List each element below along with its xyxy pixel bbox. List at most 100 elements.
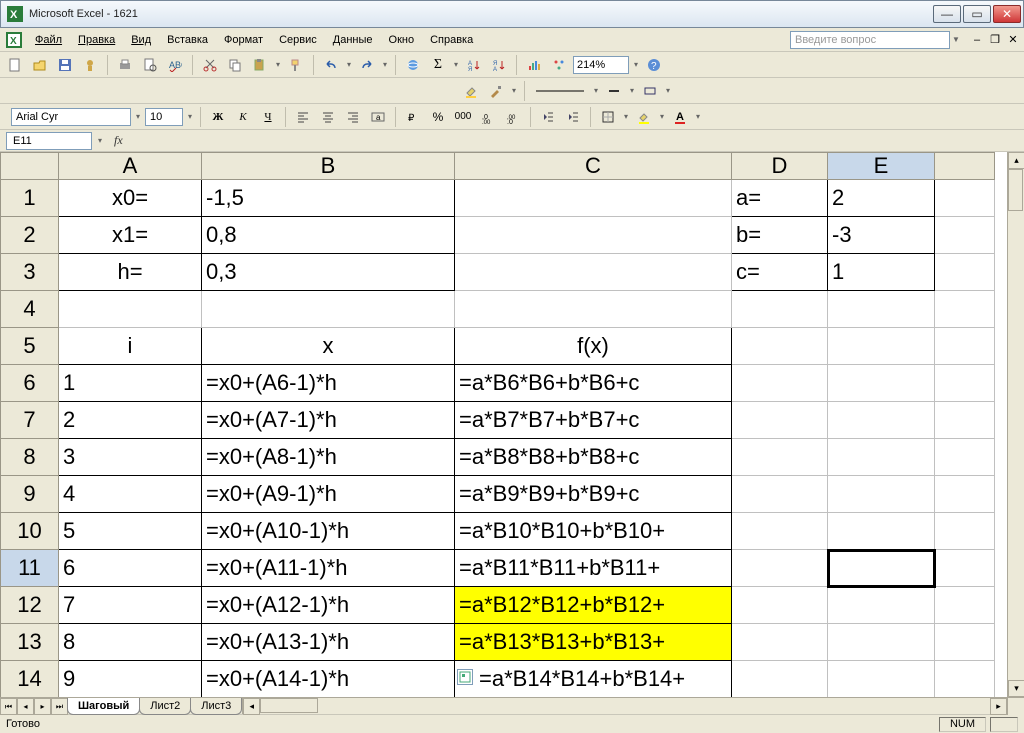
cell-C13[interactable]: =a*B13*B13+b*B13+ <box>455 624 732 661</box>
maximize-button[interactable]: ▭ <box>963 5 991 23</box>
line-style-button[interactable] <box>531 80 589 102</box>
borders-button[interactable] <box>597 106 619 128</box>
select-all-corner[interactable] <box>1 153 59 180</box>
new-button[interactable] <box>4 54 26 76</box>
help-button[interactable]: ? <box>643 54 665 76</box>
close-button[interactable]: ✕ <box>993 5 1021 23</box>
cell-F8[interactable] <box>935 439 995 476</box>
mdi-close-button[interactable]: ✕ <box>1006 33 1020 47</box>
name-box-dropdown-icon[interactable]: ▾ <box>96 136 104 145</box>
cell-D12[interactable] <box>732 587 828 624</box>
cell-F7[interactable] <box>935 402 995 439</box>
currency-button[interactable]: ₽ <box>402 106 424 128</box>
vscroll-thumb[interactable] <box>1008 169 1023 211</box>
menu-insert[interactable]: Вставка <box>160 32 215 48</box>
cell-F12[interactable] <box>935 587 995 624</box>
zoom-dropdown-icon[interactable]: ▾ <box>632 60 640 69</box>
sheet-tab-3[interactable]: Лист3 <box>190 698 242 715</box>
cell-B11[interactable]: =x0+(A11-1)*h <box>202 550 455 587</box>
cell-D5[interactable] <box>732 328 828 365</box>
align-left-button[interactable] <box>292 106 314 128</box>
cell-B9[interactable]: =x0+(A9-1)*h <box>202 476 455 513</box>
cell-D3[interactable]: c= <box>732 254 828 291</box>
sheet-tab-1[interactable]: Шаговый <box>67 698 140 715</box>
cell-A3[interactable]: h= <box>59 254 202 291</box>
print-button[interactable] <box>114 54 136 76</box>
cell-E2[interactable]: -3 <box>828 217 935 254</box>
percent-button[interactable]: % <box>427 106 449 128</box>
borders-dropdown-icon[interactable]: ▾ <box>622 112 630 121</box>
cell-F11[interactable] <box>935 550 995 587</box>
col-header-E[interactable]: E <box>828 153 935 180</box>
cell-F9[interactable] <box>935 476 995 513</box>
align-center-button[interactable] <box>317 106 339 128</box>
line-color-button[interactable] <box>603 80 625 102</box>
cell-F13[interactable] <box>935 624 995 661</box>
spreadsheet-grid[interactable]: A B C D E 1 x0= -1,5 a= 2 2 x1= 0,8 <box>0 152 995 697</box>
autosum-dropdown-icon[interactable]: ▾ <box>452 60 460 69</box>
cell-D14[interactable] <box>732 661 828 698</box>
bold-button[interactable]: Ж <box>207 106 229 128</box>
cell-D7[interactable] <box>732 402 828 439</box>
row-header-3[interactable]: 3 <box>1 254 59 291</box>
row-header-12[interactable]: 12 <box>1 587 59 624</box>
cell-C10[interactable]: =a*B10*B10+b*B10+ <box>455 513 732 550</box>
cell-F5[interactable] <box>935 328 995 365</box>
sort-asc-button[interactable]: АЯ <box>463 54 485 76</box>
menu-format[interactable]: Формат <box>217 32 270 48</box>
menu-window[interactable]: Окно <box>382 32 422 48</box>
cell-D2[interactable]: b= <box>732 217 828 254</box>
row-header-8[interactable]: 8 <box>1 439 59 476</box>
menu-data[interactable]: Данные <box>326 32 380 48</box>
font-color-button[interactable]: A <box>669 106 691 128</box>
cell-F10[interactable] <box>935 513 995 550</box>
merge-center-button[interactable]: a <box>367 106 389 128</box>
cell-B6[interactable]: =x0+(A6-1)*h <box>202 365 455 402</box>
menu-service[interactable]: Сервис <box>272 32 324 48</box>
minimize-button[interactable]: — <box>933 5 961 23</box>
ask-question-box[interactable]: Введите вопрос <box>790 31 950 49</box>
col-header-D[interactable]: D <box>732 153 828 180</box>
cell-D9[interactable] <box>732 476 828 513</box>
redo-dropdown-icon[interactable]: ▾ <box>381 60 389 69</box>
cut-button[interactable] <box>199 54 221 76</box>
font-size-box[interactable]: 10 <box>145 108 183 126</box>
cell-B3[interactable]: 0,3 <box>202 254 455 291</box>
cell-E10[interactable] <box>828 513 935 550</box>
row-header-2[interactable]: 2 <box>1 217 59 254</box>
cell-F6[interactable] <box>935 365 995 402</box>
cell-C2[interactable] <box>455 217 732 254</box>
italic-button[interactable]: К <box>232 106 254 128</box>
cell-C9[interactable]: =a*B9*B9+b*B9+c <box>455 476 732 513</box>
shape-button[interactable] <box>639 80 661 102</box>
mdi-restore-button[interactable]: ❐ <box>988 33 1002 47</box>
cell-C14[interactable]: =a*B14*B14+b*B14+ <box>455 661 732 698</box>
cell-A9[interactable]: 4 <box>59 476 202 513</box>
cell-E1[interactable]: 2 <box>828 180 935 217</box>
cell-E9[interactable] <box>828 476 935 513</box>
cell-A14[interactable]: 9 <box>59 661 202 698</box>
row-header-7[interactable]: 7 <box>1 402 59 439</box>
paste-dropdown-icon[interactable]: ▾ <box>274 60 282 69</box>
increase-indent-button[interactable] <box>562 106 584 128</box>
cell-A5[interactable]: i <box>59 328 202 365</box>
row-header-13[interactable]: 13 <box>1 624 59 661</box>
menu-help[interactable]: Справка <box>423 32 480 48</box>
cell-B12[interactable]: =x0+(A12-1)*h <box>202 587 455 624</box>
vertical-scrollbar[interactable]: ▴ ▾ <box>1007 152 1024 697</box>
mdi-minimize-button[interactable]: – <box>970 33 984 47</box>
comma-button[interactable]: 000 <box>452 106 474 128</box>
cell-E3[interactable]: 1 <box>828 254 935 291</box>
line-style-dropdown-icon[interactable]: ▾ <box>592 86 600 95</box>
cell-C1[interactable] <box>455 180 732 217</box>
cell-A1[interactable]: x0= <box>59 180 202 217</box>
cell-A11[interactable]: 6 <box>59 550 202 587</box>
cell-A10[interactable]: 5 <box>59 513 202 550</box>
cell-E12[interactable] <box>828 587 935 624</box>
menu-view[interactable]: Вид <box>124 32 158 48</box>
cell-D4[interactable] <box>732 291 828 328</box>
hscroll-thumb[interactable] <box>260 698 318 713</box>
cell-A8[interactable]: 3 <box>59 439 202 476</box>
tab-prev-button[interactable]: ◂ <box>17 698 34 715</box>
tab-next-button[interactable]: ▸ <box>34 698 51 715</box>
